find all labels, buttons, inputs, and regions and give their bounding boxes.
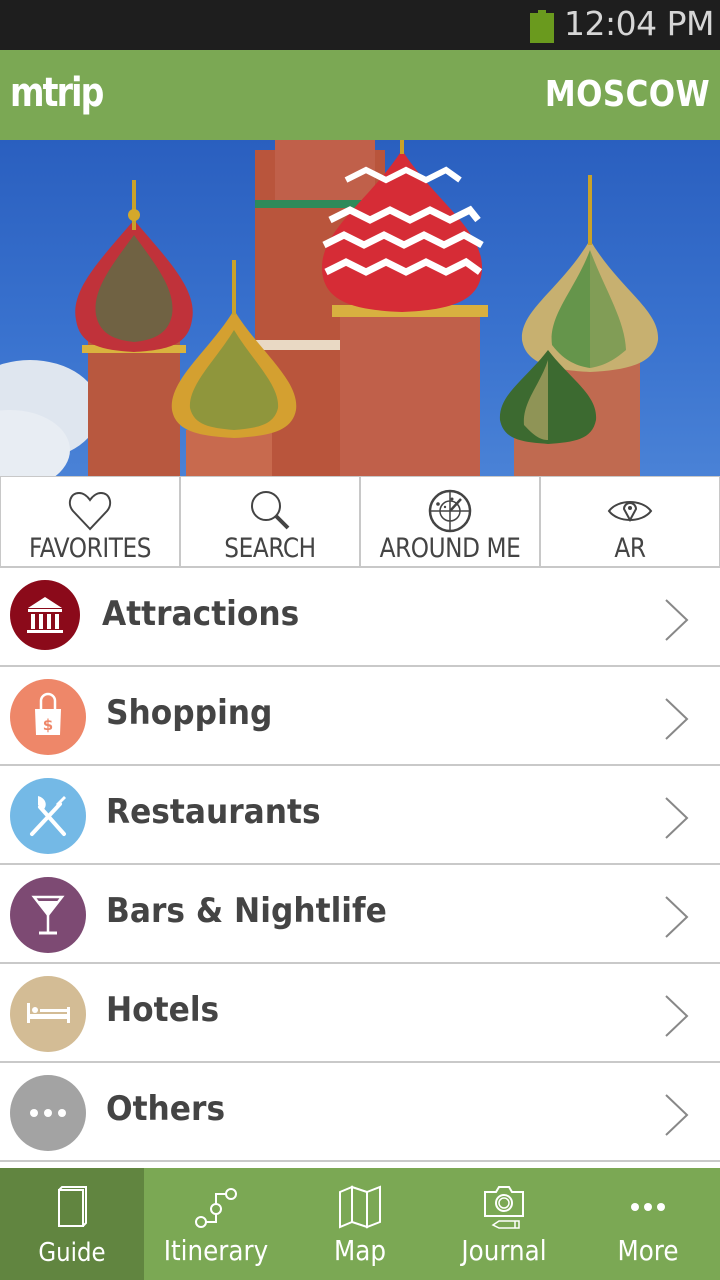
- tab-label: Itinerary: [163, 1234, 269, 1267]
- chevron-right-icon: [665, 599, 689, 641]
- museum-icon: [27, 597, 63, 633]
- more-dots-icon: [631, 1203, 665, 1211]
- category-list: Attractions $ Shopping Restaurants Bars …: [0, 568, 720, 1162]
- map-icon: [339, 1185, 381, 1229]
- radar-icon: [428, 489, 472, 533]
- category-others[interactable]: Others: [0, 1063, 720, 1162]
- search-icon: [251, 491, 290, 530]
- tab-more[interactable]: More: [576, 1168, 720, 1280]
- ar-button[interactable]: AR: [539, 477, 720, 566]
- quick-actions-bar: FAVORITES SEARCH AROUND ME AR: [0, 476, 720, 568]
- tab-guide[interactable]: Guide: [0, 1168, 144, 1280]
- tab-label: Map: [333, 1234, 387, 1267]
- heart-icon: [68, 491, 112, 531]
- route-icon: [195, 1188, 237, 1228]
- city-name[interactable]: MOSCOW: [545, 74, 710, 115]
- favorites-label: FAVORITES: [28, 533, 152, 564]
- chevron-right-icon: [665, 995, 689, 1037]
- app-logo[interactable]: mtrip: [10, 70, 104, 116]
- category-label: Hotels: [106, 990, 220, 1030]
- bottom-tab-bar: Guide Itinerary Map Journal More: [0, 1168, 720, 1280]
- attractions-icon-badge: [10, 580, 80, 650]
- search-button[interactable]: SEARCH: [179, 477, 359, 566]
- others-icon-badge: [10, 1075, 86, 1151]
- chevron-right-icon: [665, 797, 689, 839]
- status-bar: 12:04 PM: [0, 0, 720, 50]
- bars-icon-badge: [10, 877, 86, 953]
- more-dots-icon: [30, 1109, 66, 1117]
- category-bars-nightlife[interactable]: Bars & Nightlife: [0, 865, 720, 964]
- hotels-icon-badge: [10, 976, 86, 1052]
- category-restaurants[interactable]: Restaurants: [0, 766, 720, 865]
- category-label: Others: [106, 1089, 226, 1129]
- chevron-right-icon: [665, 698, 689, 740]
- tab-label: Guide: [38, 1238, 106, 1268]
- ar-label: AR: [614, 533, 646, 564]
- favorites-button[interactable]: FAVORITES: [0, 477, 179, 566]
- category-label: Restaurants: [106, 792, 321, 832]
- cathedral-illustration: [0, 140, 659, 476]
- camera-pencil-icon: [484, 1186, 524, 1229]
- tab-journal[interactable]: Journal: [432, 1168, 576, 1280]
- category-shopping[interactable]: $ Shopping: [0, 667, 720, 766]
- cocktail-icon: [31, 895, 65, 935]
- category-hotels[interactable]: Hotels: [0, 964, 720, 1063]
- around-me-label: AROUND ME: [379, 533, 521, 564]
- tab-label: More: [617, 1234, 679, 1267]
- hero-image: [0, 140, 720, 476]
- category-label: Shopping: [106, 693, 273, 733]
- shopping-icon-badge: $: [10, 679, 86, 755]
- status-time: 12:04 PM: [564, 4, 714, 43]
- tab-label: Journal: [461, 1234, 547, 1267]
- book-icon: [58, 1186, 87, 1227]
- app-header: mtrip MOSCOW: [0, 50, 720, 140]
- battery-icon: [530, 10, 554, 43]
- chevron-right-icon: [665, 896, 689, 938]
- svg-text:$: $: [43, 716, 53, 734]
- tab-map[interactable]: Map: [288, 1168, 432, 1280]
- category-label: Attractions: [102, 594, 300, 634]
- shopping-bag-icon: $: [35, 692, 61, 735]
- chevron-right-icon: [665, 1094, 689, 1136]
- around-me-button[interactable]: AROUND ME: [359, 477, 539, 566]
- bed-icon: [27, 1003, 70, 1023]
- category-attractions[interactable]: Attractions: [0, 568, 720, 667]
- tab-itinerary[interactable]: Itinerary: [144, 1168, 288, 1280]
- eye-location-icon: [607, 501, 653, 523]
- category-label: Bars & Nightlife: [106, 891, 387, 931]
- fork-knife-icon: [30, 796, 66, 836]
- restaurants-icon-badge: [10, 778, 86, 854]
- search-label: SEARCH: [224, 533, 316, 564]
